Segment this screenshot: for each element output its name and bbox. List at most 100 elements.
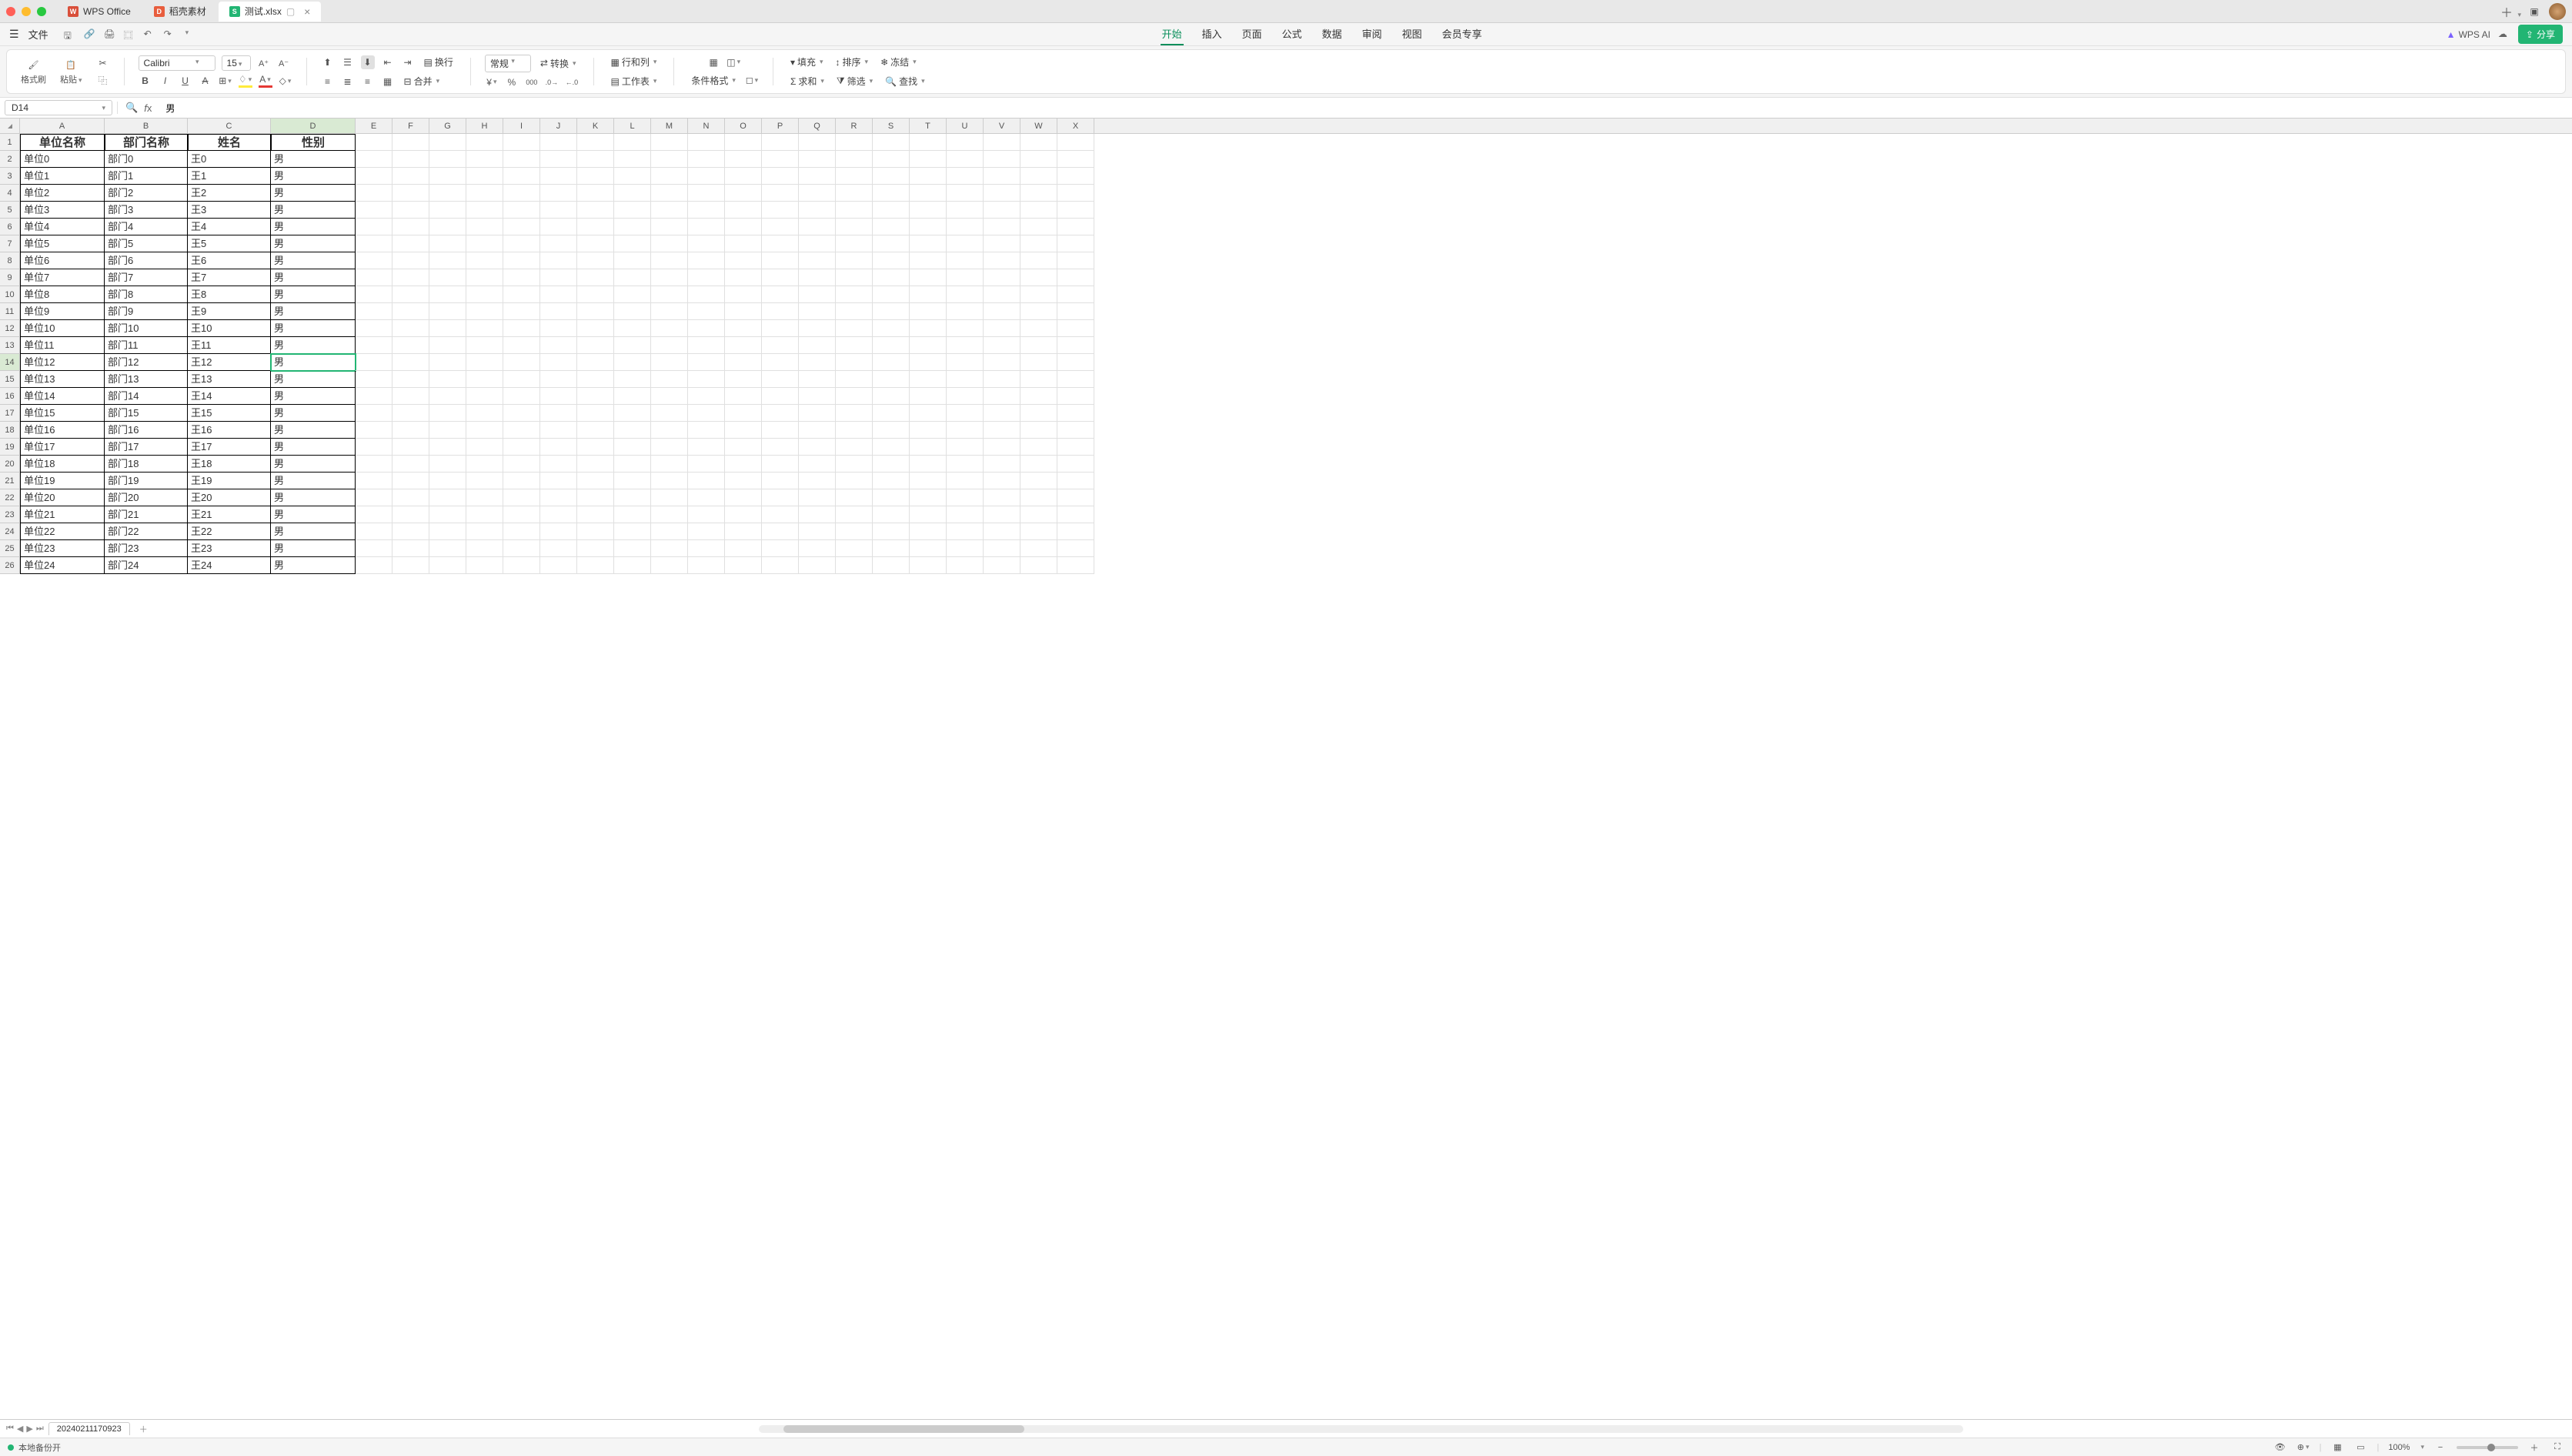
cell[interactable]	[762, 523, 799, 540]
cell[interactable]: 单位3	[20, 202, 105, 219]
cell[interactable]	[725, 185, 762, 202]
cell[interactable]	[725, 557, 762, 574]
cell[interactable]	[651, 422, 688, 439]
decrease-indent-icon[interactable]: ⇤	[381, 55, 395, 69]
row-header[interactable]: 6	[0, 219, 20, 235]
cell[interactable]	[873, 134, 910, 151]
cell[interactable]	[725, 320, 762, 337]
cell[interactable]	[614, 388, 651, 405]
cell[interactable]	[392, 540, 429, 557]
search-icon[interactable]: 🔍	[125, 102, 138, 114]
row-header[interactable]: 23	[0, 506, 20, 523]
cell[interactable]	[651, 439, 688, 456]
cell[interactable]	[356, 456, 392, 473]
cell[interactable]	[466, 473, 503, 489]
cell[interactable]	[577, 320, 614, 337]
cell[interactable]	[429, 354, 466, 371]
cell[interactable]	[466, 286, 503, 303]
font-color-icon[interactable]: A▾	[259, 74, 272, 88]
cell[interactable]	[873, 269, 910, 286]
cell[interactable]: 单位20	[20, 489, 105, 506]
cell[interactable]	[910, 354, 947, 371]
column-header[interactable]: W	[1020, 119, 1057, 133]
cell[interactable]: 单位9	[20, 303, 105, 320]
merge-button[interactable]: ⊟ 合并▾	[401, 73, 443, 89]
cell[interactable]	[1020, 439, 1057, 456]
cell[interactable]	[614, 506, 651, 523]
cell[interactable]	[429, 303, 466, 320]
cell[interactable]	[503, 439, 540, 456]
cell[interactable]: 男	[271, 168, 356, 185]
cell[interactable]	[392, 473, 429, 489]
cell[interactable]	[799, 235, 836, 252]
cell[interactable]: 单位23	[20, 540, 105, 557]
cell[interactable]	[1057, 388, 1094, 405]
cell[interactable]	[799, 354, 836, 371]
cell[interactable]	[503, 456, 540, 473]
cell[interactable]	[429, 269, 466, 286]
cell[interactable]: 性别	[271, 134, 356, 151]
cell[interactable]	[1057, 405, 1094, 422]
cell[interactable]: 男	[271, 473, 356, 489]
cut-icon[interactable]: ✂	[96, 56, 110, 70]
cell[interactable]	[762, 151, 799, 168]
cell[interactable]	[836, 506, 873, 523]
cell[interactable]: 部门19	[105, 473, 188, 489]
cell[interactable]	[947, 320, 984, 337]
cell[interactable]	[503, 371, 540, 388]
cell[interactable]	[984, 456, 1020, 473]
cell[interactable]	[1057, 252, 1094, 269]
cell[interactable]: 王11	[188, 337, 271, 354]
cell[interactable]: 王14	[188, 388, 271, 405]
column-header[interactable]: P	[762, 119, 799, 133]
cell[interactable]	[651, 473, 688, 489]
cell[interactable]	[947, 388, 984, 405]
cell[interactable]	[466, 320, 503, 337]
cell[interactable]: 部门24	[105, 557, 188, 574]
cell[interactable]	[651, 557, 688, 574]
cell[interactable]: 男	[271, 422, 356, 439]
cell[interactable]	[947, 473, 984, 489]
cell[interactable]	[910, 269, 947, 286]
cell[interactable]	[651, 456, 688, 473]
cell[interactable]	[947, 337, 984, 354]
cell[interactable]	[356, 134, 392, 151]
sort-button[interactable]: ↕ 排序▾	[833, 54, 872, 70]
fullscreen-icon[interactable]: ⛶	[2550, 1441, 2564, 1454]
name-box[interactable]: D14▾	[5, 100, 112, 115]
increase-font-icon[interactable]: A⁺	[257, 56, 271, 70]
cell[interactable]	[984, 320, 1020, 337]
cell[interactable]: 姓名	[188, 134, 271, 151]
cell[interactable]	[947, 151, 984, 168]
cell[interactable]	[725, 151, 762, 168]
cell[interactable]	[984, 354, 1020, 371]
row-header[interactable]: 25	[0, 540, 20, 557]
cell[interactable]	[503, 540, 540, 557]
cell[interactable]	[651, 303, 688, 320]
cell[interactable]	[466, 405, 503, 422]
cell[interactable]	[392, 422, 429, 439]
cell[interactable]	[947, 286, 984, 303]
cell[interactable]	[429, 557, 466, 574]
cell[interactable]	[1057, 185, 1094, 202]
cell[interactable]	[356, 235, 392, 252]
row-header[interactable]: 5	[0, 202, 20, 219]
cell[interactable]	[873, 202, 910, 219]
cell[interactable]	[577, 252, 614, 269]
align-center-icon[interactable]: ≣	[341, 75, 355, 88]
cell[interactable]	[688, 134, 725, 151]
fill-button[interactable]: ▾ 填充▾	[787, 54, 827, 70]
cell[interactable]: 男	[271, 337, 356, 354]
cell[interactable]	[651, 405, 688, 422]
align-bottom-icon[interactable]: ⬇	[361, 55, 375, 69]
link-icon[interactable]: 🔗	[84, 28, 96, 41]
cell[interactable]	[540, 557, 577, 574]
cell[interactable]	[984, 405, 1020, 422]
column-header[interactable]: O	[725, 119, 762, 133]
cell[interactable]	[466, 252, 503, 269]
cell[interactable]: 单位2	[20, 185, 105, 202]
cell[interactable]	[799, 303, 836, 320]
cell[interactable]	[799, 269, 836, 286]
cell[interactable]	[947, 371, 984, 388]
wrap-text-button[interactable]: ▤ 换行	[421, 54, 456, 70]
